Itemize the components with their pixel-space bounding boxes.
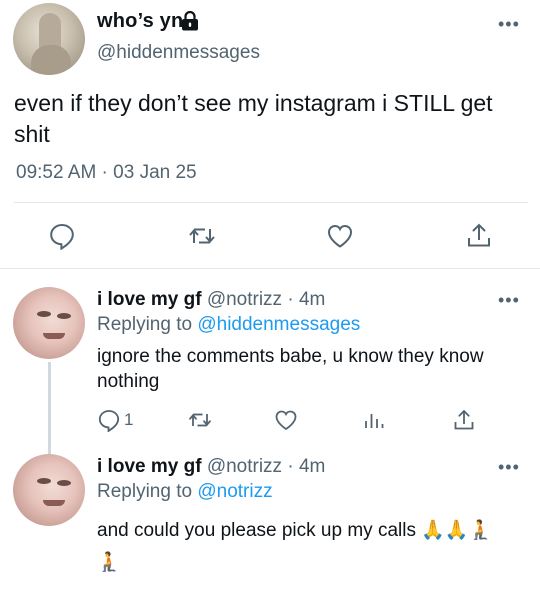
- replying-prefix: Replying to: [97, 314, 198, 335]
- more-options-button[interactable]: •••: [498, 457, 520, 478]
- retweet-icon[interactable]: [188, 222, 216, 250]
- reply-text: and could you please pick up my calls 🙏🙏…: [97, 520, 493, 541]
- tweet-text: even if they don’t see my instagram i ST…: [14, 90, 493, 147]
- like-icon[interactable]: [326, 222, 354, 250]
- reply-count: 1: [124, 410, 134, 429]
- reply-avatar[interactable]: [13, 287, 85, 359]
- share-icon[interactable]: [465, 222, 493, 250]
- reply-handle-time[interactable]: @notrizz · 4m: [207, 289, 326, 310]
- lock-icon: [181, 10, 199, 31]
- retweet-icon[interactable]: [188, 408, 212, 432]
- reply-author-name[interactable]: i love my gf @notrizz · 4m: [97, 456, 325, 478]
- analytics-icon[interactable]: [362, 408, 386, 432]
- tweet-timestamp[interactable]: 09:52 AM · 03 Jan 25: [16, 162, 197, 184]
- share-icon[interactable]: [452, 408, 476, 432]
- reply-handle-time[interactable]: @notrizz · 4m: [207, 456, 326, 477]
- reply-text-emoji: 🧎: [97, 552, 121, 573]
- reply-text: ignore the comments babe, u know they kn…: [97, 346, 484, 392]
- divider: [14, 202, 528, 203]
- reply-name-text[interactable]: i love my gf: [97, 456, 202, 477]
- like-icon[interactable]: [274, 408, 298, 432]
- author-name[interactable]: who’s yn: [97, 10, 183, 33]
- more-options-button[interactable]: •••: [498, 14, 520, 35]
- reply-icon[interactable]: [97, 408, 121, 433]
- replying-to-link[interactable]: @notrizz: [197, 481, 272, 502]
- replying-to: Replying to @hiddenmessages: [97, 314, 360, 336]
- thread-line: [48, 362, 51, 454]
- reply-name-text[interactable]: i love my gf: [97, 289, 202, 310]
- author-handle[interactable]: @hiddenmessages: [97, 42, 260, 64]
- more-options-button[interactable]: •••: [498, 290, 520, 311]
- reply-avatar[interactable]: [13, 454, 85, 526]
- reply-icon[interactable]: [48, 222, 76, 251]
- separator: [0, 268, 540, 269]
- reply-author-name[interactable]: i love my gf @notrizz · 4m: [97, 289, 325, 311]
- replying-to: Replying to @notrizz: [97, 481, 273, 503]
- author-avatar[interactable]: [13, 3, 85, 75]
- replying-prefix: Replying to: [97, 481, 198, 502]
- replying-to-link[interactable]: @hiddenmessages: [197, 314, 360, 335]
